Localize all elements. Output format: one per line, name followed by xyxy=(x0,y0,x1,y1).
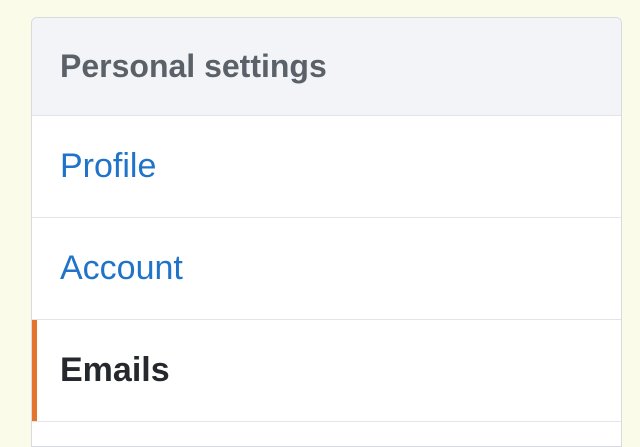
menu-item-next-partial[interactable] xyxy=(32,422,621,446)
menu-item-account[interactable]: Account xyxy=(32,218,621,320)
settings-menu: Personal settings Profile Account Emails xyxy=(31,17,622,447)
menu-heading: Personal settings xyxy=(32,18,621,116)
menu-item-emails[interactable]: Emails xyxy=(32,320,621,422)
menu-item-profile[interactable]: Profile xyxy=(32,116,621,218)
